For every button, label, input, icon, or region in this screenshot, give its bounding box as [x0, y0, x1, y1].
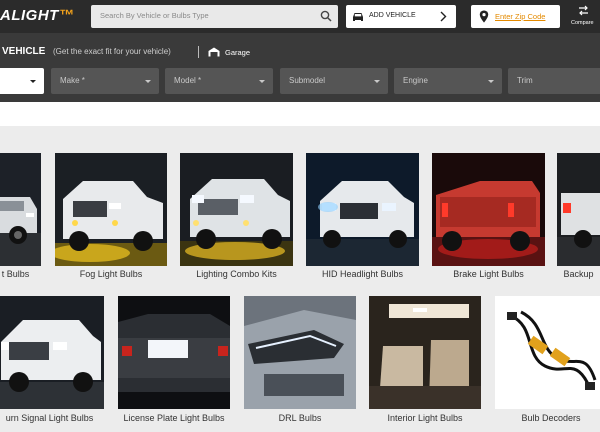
category-label: urn Signal Light Bulbs — [5, 413, 94, 423]
add-vehicle-label: ADD VEHICLE — [369, 12, 416, 19]
category-label: License Plate Light Bulbs — [123, 413, 225, 423]
category-image — [432, 153, 545, 266]
divider — [198, 46, 199, 58]
category-label: Interior Light Bulbs — [387, 413, 463, 423]
chevron-down-icon — [259, 80, 265, 83]
zip-code-button[interactable]: Enter Zip Code — [471, 5, 560, 28]
category-image — [0, 296, 104, 409]
category-image — [55, 153, 167, 266]
trim-select[interactable]: Trim — [508, 68, 600, 94]
compare-arrows-icon — [579, 5, 588, 16]
car-icon — [353, 13, 363, 21]
submodel-select-label: Submodel — [289, 76, 326, 85]
chevron-down-icon — [30, 80, 36, 83]
category-image — [557, 153, 600, 266]
year-select[interactable] — [0, 68, 44, 94]
category-label: Bulb Decoders — [521, 413, 581, 423]
category-label: t Bulbs — [1, 269, 30, 279]
chevron-down-icon — [488, 80, 494, 83]
category-image — [0, 153, 41, 266]
logo-text: ALIGHT — [0, 7, 59, 24]
category-label: Brake Light Bulbs — [453, 269, 524, 279]
category-image — [118, 296, 230, 409]
garage-link[interactable]: Garage — [225, 48, 250, 57]
chevron-right-icon — [440, 11, 447, 22]
category-image — [495, 296, 600, 409]
garage-icon[interactable] — [208, 47, 220, 57]
engine-select[interactable]: Engine — [394, 68, 502, 94]
compare-button[interactable]: Compare — [568, 4, 600, 30]
add-vehicle-button[interactable]: ADD VEHICLE — [346, 5, 456, 28]
category-image — [244, 296, 356, 409]
location-pin-icon — [479, 10, 489, 23]
search-icon[interactable] — [320, 10, 332, 22]
category-label: Fog Light Bulbs — [79, 269, 143, 279]
category-label: DRL Bulbs — [278, 413, 322, 423]
make-select-label: Make * — [60, 76, 85, 85]
logo-accent: ™ — [58, 7, 75, 24]
model-select[interactable]: Model * — [165, 68, 273, 94]
zip-code-label: Enter Zip Code — [495, 12, 546, 21]
trim-select-label: Trim — [517, 76, 533, 85]
category-label: Backup — [563, 269, 594, 279]
make-select[interactable]: Make * — [51, 68, 159, 94]
model-select-label: Model * — [174, 76, 202, 85]
engine-select-label: Engine — [403, 76, 428, 85]
category-image — [180, 153, 293, 266]
chevron-down-icon — [145, 80, 151, 83]
search-box[interactable]: Search By Vehicle or Bulbs Type — [91, 5, 338, 28]
search-input[interactable]: Search By Vehicle or Bulbs Type — [100, 11, 209, 20]
category-label: HID Headlight Bulbs — [321, 269, 404, 279]
submodel-select[interactable]: Submodel — [280, 68, 388, 94]
spacer-strip — [0, 102, 600, 126]
category-image — [369, 296, 481, 409]
vehicle-subtitle: (Get the exact fit for your vehicle) — [53, 47, 171, 56]
compare-label: Compare — [571, 20, 594, 26]
chevron-down-icon — [374, 80, 380, 83]
vehicle-title: VEHICLE — [2, 46, 46, 57]
category-label: Lighting Combo Kits — [196, 269, 277, 279]
brand-logo[interactable]: ALIGHT™ — [0, 7, 74, 24]
category-image — [306, 153, 419, 266]
